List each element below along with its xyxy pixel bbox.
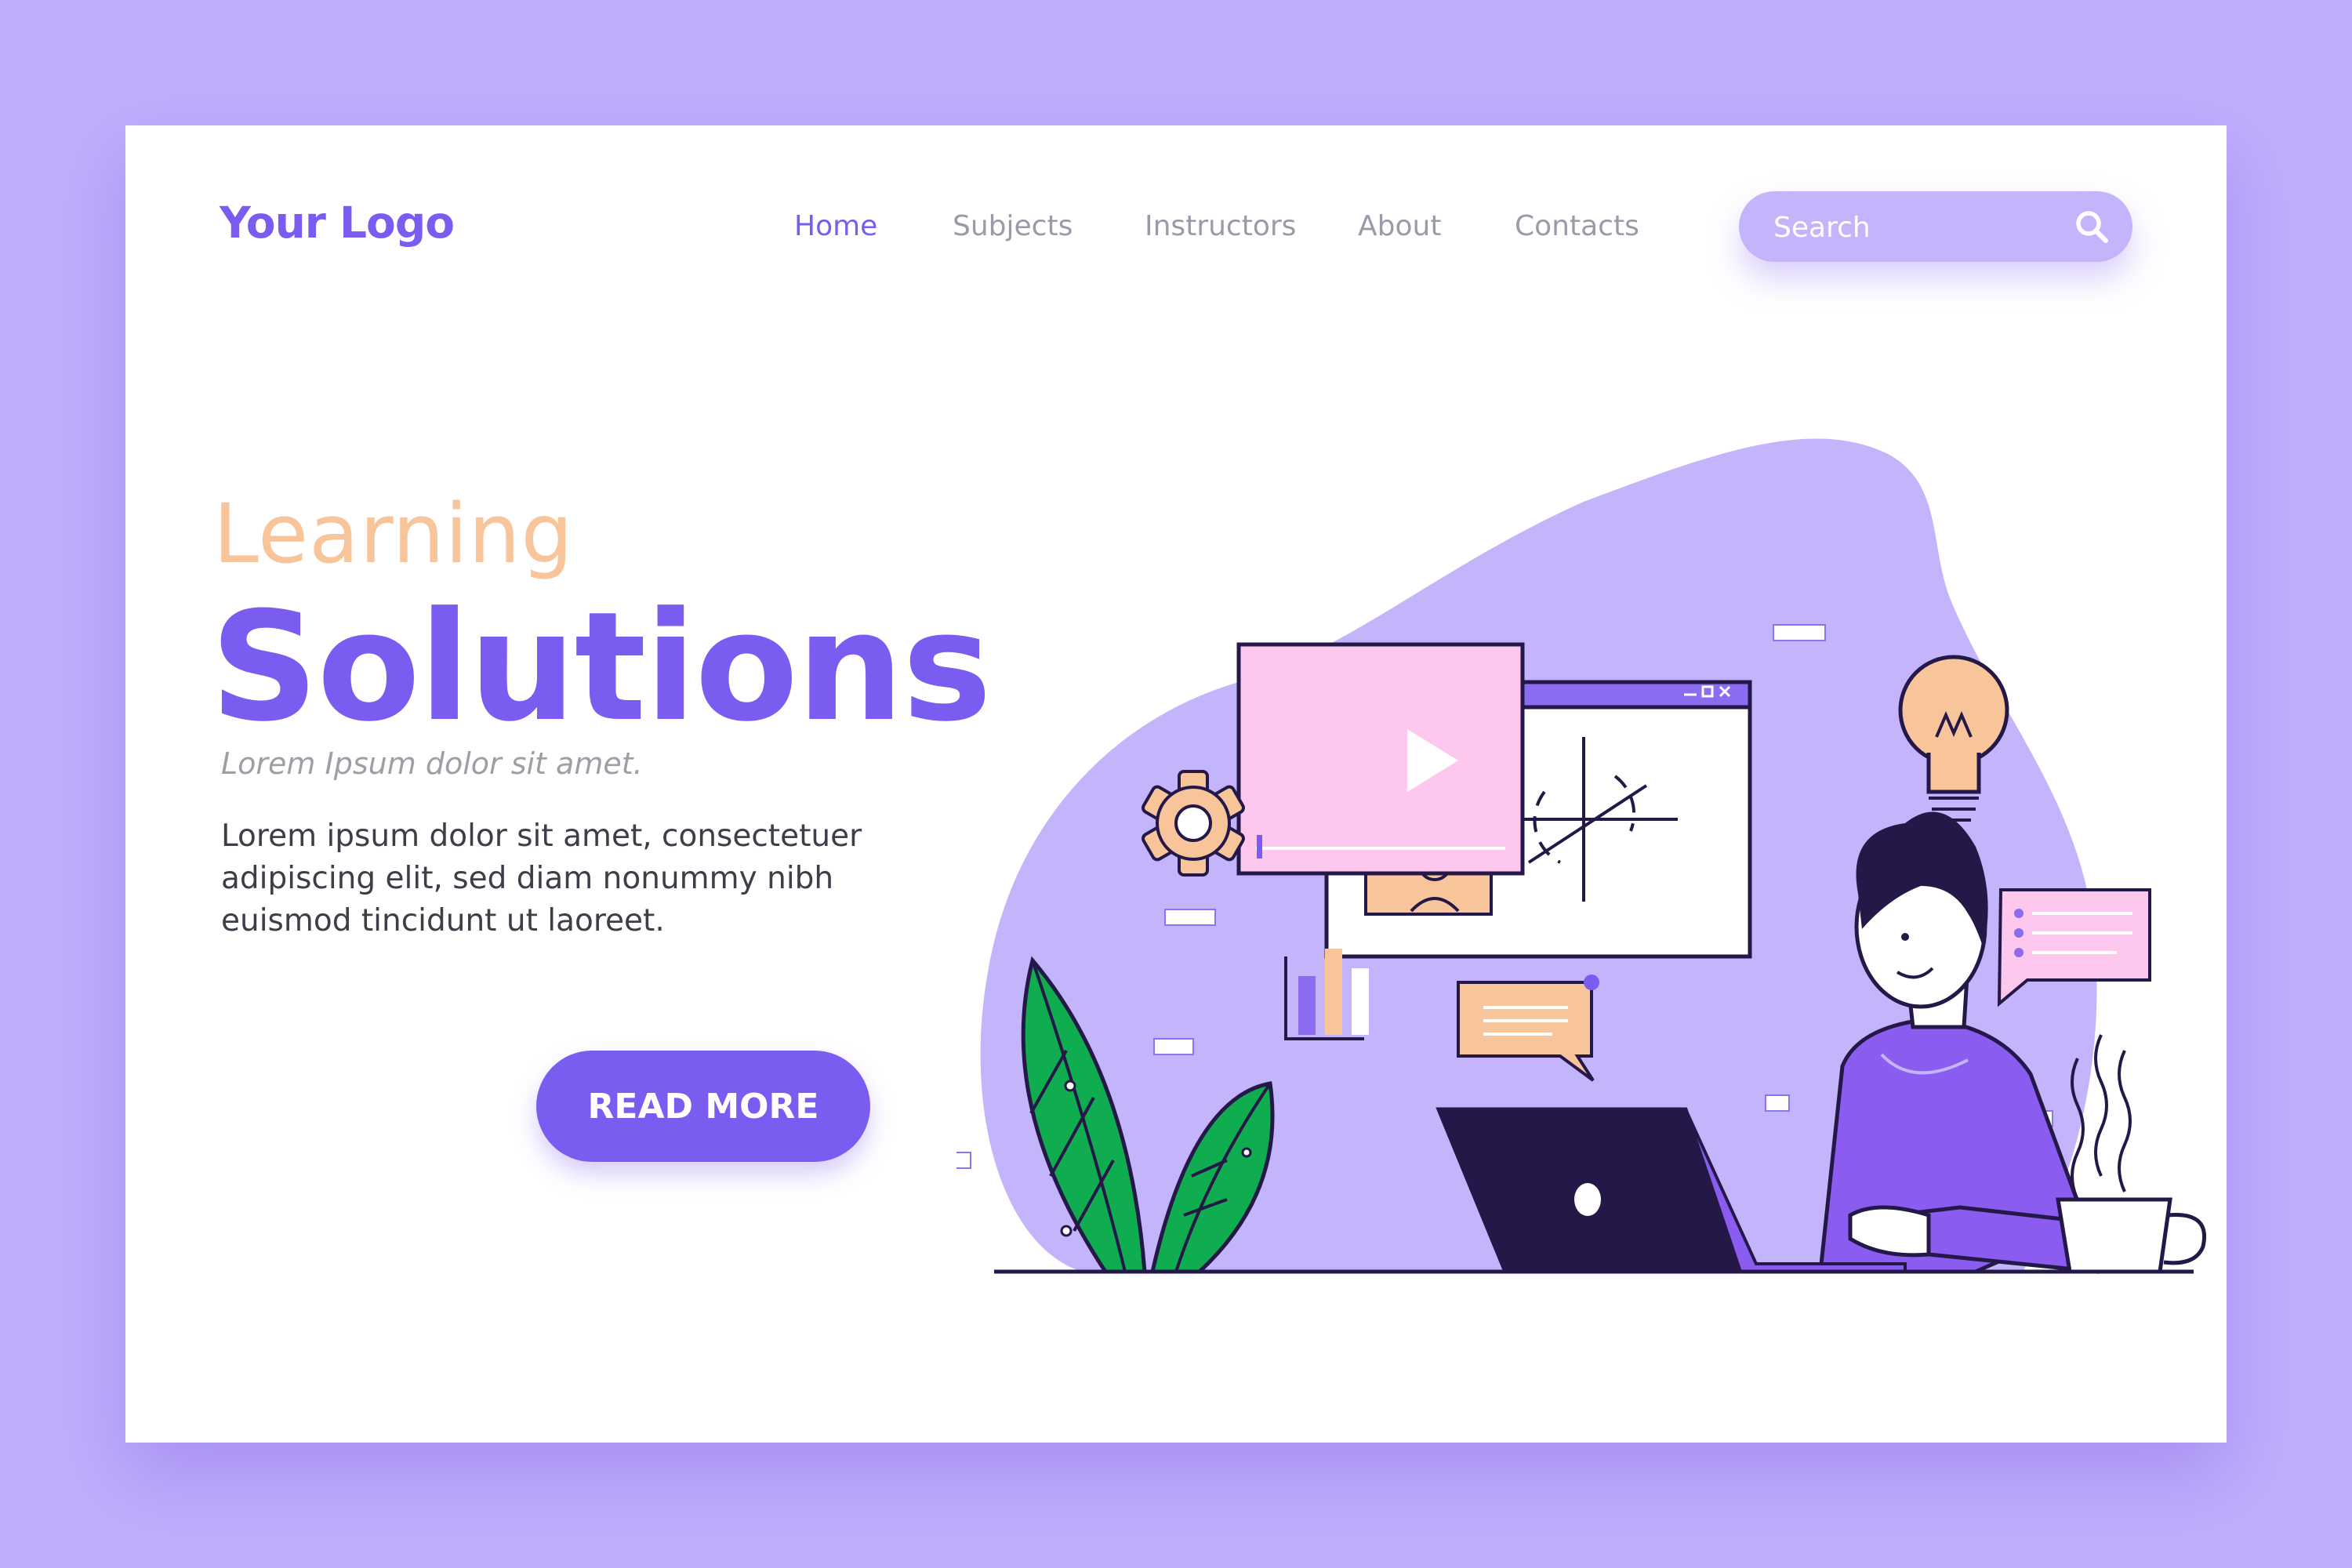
nav-contacts[interactable]: Contacts [1515,210,1639,242]
nav-subjects[interactable]: Subjects [953,210,1073,242]
landing-card: Your Logo Home Subjects Instructors Abou… [125,125,2227,1443]
nav-about[interactable]: About [1358,210,1441,242]
search-button[interactable] [2073,208,2111,245]
hero-title-big: Solutions [210,580,992,755]
gear-icon [1142,770,1245,877]
hero-subtitle: Lorem Ipsum dolor sit amet. [221,746,643,781]
search-icon [2076,211,2108,243]
nav-instructors[interactable]: Instructors [1145,210,1296,242]
read-more-button[interactable]: READ MORE [536,1051,870,1162]
hero-title-small: Learning [213,486,574,582]
search-bar [1739,191,2132,262]
hero-body: Lorem ipsum dolor sit amet, consectetuer… [221,818,862,938]
coffee-cup-icon [2056,1197,2206,1274]
video-player[interactable] [1236,642,1525,876]
nav-home[interactable]: Home [794,210,877,242]
hero-illustration [956,438,2206,1274]
search-input[interactable] [1772,207,2057,248]
